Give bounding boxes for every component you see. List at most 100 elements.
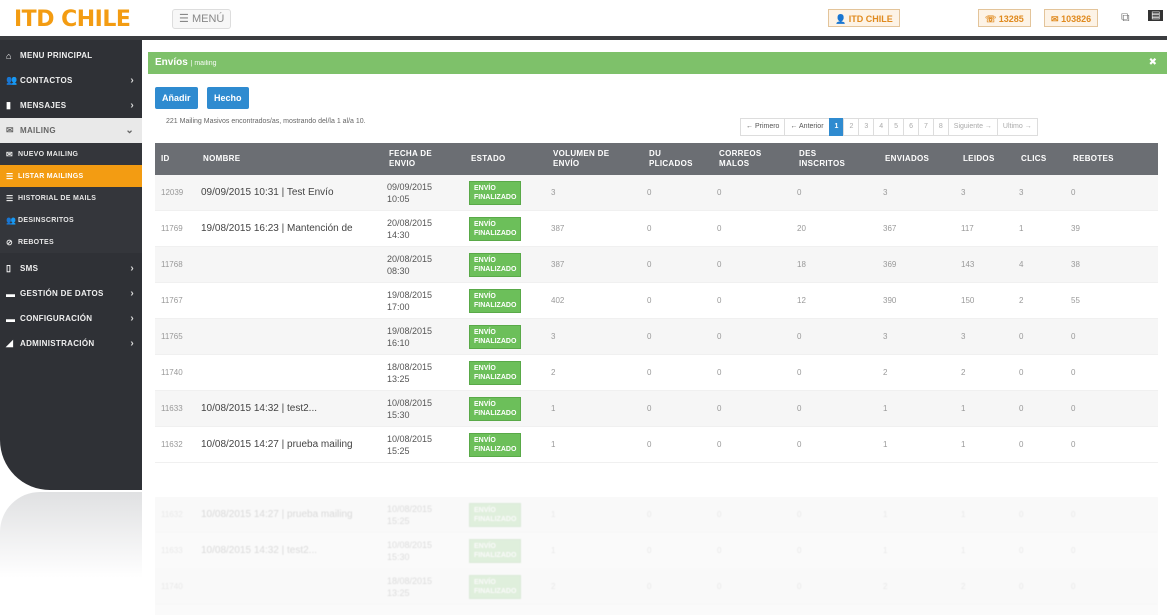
cell-id: 11765 xyxy=(161,332,183,341)
hamburger-icon: ☰ xyxy=(179,13,189,25)
sidebar-subitem-nuevo-mailing[interactable]: ✉ NUEVO MAILING xyxy=(0,143,142,165)
cell-correos-malos: 0 xyxy=(717,260,722,269)
cell-nombre[interactable]: 10/08/2015 14:32 | test2... xyxy=(195,545,381,556)
col-header-clics[interactable]: CLICS xyxy=(1013,143,1065,175)
phone-chip[interactable]: ☏ 13285 xyxy=(978,9,1031,27)
cell-nombre[interactable]: 10/08/2015 14:27 | prueba mailing xyxy=(195,509,381,520)
chevron-right-icon: › xyxy=(130,263,134,274)
sidebar-item-label: CONTACTOS xyxy=(20,76,73,85)
cell-id: 11632 xyxy=(161,510,183,519)
col-header-leidos[interactable]: LEIDOS xyxy=(955,143,1013,175)
table-row[interactable]: 11768 20/08/2015 08:30 ENVÍO FINALIZADO 387 0 0… xyxy=(155,247,1158,283)
pager-page-4[interactable]: 4 xyxy=(873,118,890,136)
pager-page-5[interactable]: 5 xyxy=(888,118,905,136)
cell-duplicados: 0 xyxy=(647,404,652,413)
sidebar-subitem-desinscritos[interactable]: 👥 DESINSCRITOS xyxy=(0,209,142,231)
table-row[interactable]: 11632 10/08/2015 14:27 | prueba mailing 10… xyxy=(155,497,1158,533)
expand-icon[interactable]: ⧉ xyxy=(1121,10,1130,25)
table-row[interactable]: 12039 09/09/2015 10:31 | Test Envío 09/09/… xyxy=(155,175,1158,211)
table-row[interactable]: 11765 19/08/2015 16:10 ENVÍO FINALIZADO 3 0 0 0 3… xyxy=(155,319,1158,355)
window-icon[interactable]: ▤ xyxy=(1148,10,1164,21)
cell-nombre[interactable]: 10/08/2015 14:32 | test2... xyxy=(195,403,381,414)
user-chip[interactable]: 👤 ITD CHILE xyxy=(828,9,900,27)
col-header-desinscritos[interactable]: DES INSCRITOS xyxy=(791,143,877,175)
col-header-duplicados[interactable]: DU PLICADOS xyxy=(641,143,711,175)
pager-prev-button[interactable]: ← Anterior xyxy=(784,118,830,136)
cell-duplicados: 0 xyxy=(647,260,652,269)
home-icon: ⌂ xyxy=(6,50,12,61)
add-button[interactable]: Añadir xyxy=(155,87,198,109)
file-icon: ▮ xyxy=(6,100,12,110)
pager-page-1[interactable]: 1 xyxy=(828,118,845,136)
sidebar-subitem-listar-mailings[interactable]: ☰ LISTAR MAILINGS xyxy=(0,165,142,187)
cell-clics: 2 xyxy=(1019,296,1024,305)
collapse-icon[interactable]: ✖ xyxy=(1149,52,1157,74)
table-row[interactable]: 11767 19/08/2015 17:00 ENVÍO FINALIZADO 402 0 0… xyxy=(155,283,1158,319)
pager-page-6[interactable]: 6 xyxy=(903,118,919,136)
sidebar-subitem-historial-de-mails[interactable]: ☰ HISTORIAL DE MAILS xyxy=(0,187,142,209)
cell-estado: ENVÍO FINALIZADO xyxy=(463,538,545,563)
table-row[interactable]: 11633 10/08/2015 14:32 | test2... 10/08/20… xyxy=(155,533,1158,569)
cell-volumen: 3 xyxy=(551,188,556,197)
cell-nombre[interactable]: 09/09/2015 10:31 | Test Envío xyxy=(195,187,381,198)
pager-last-button[interactable]: Ultimo → xyxy=(996,118,1038,136)
mail-icon: ✉ xyxy=(6,125,14,135)
cell-nombre[interactable]: 19/08/2015 16:23 | Mantención de xyxy=(195,223,381,234)
col-header-volumen[interactable]: VOLUMEN DE ENVÍO xyxy=(545,143,641,175)
pager-next-button[interactable]: Siguiente → xyxy=(947,118,998,136)
cell-rebotes: 0 xyxy=(1071,440,1076,449)
cell-duplicados: 0 xyxy=(647,296,652,305)
sidebar-item-configuracion[interactable]: ▬ CONFIGURACIÓN › xyxy=(0,306,142,331)
sidebar-subitem-label: REBOTES xyxy=(18,238,54,246)
panel-subtitle: | mailing xyxy=(190,60,217,67)
status-badge: ENVÍO FINALIZADO xyxy=(469,396,522,421)
credit-chip[interactable]: ✉ 103826 xyxy=(1044,9,1099,27)
sidebar-item-menu-principal[interactable]: ⌂ MENU PRINCIPAL xyxy=(0,43,142,68)
sidebar-item-sms[interactable]: ▯ SMS › xyxy=(0,256,142,281)
cell-desinscritos: 0 xyxy=(797,368,802,377)
table-row[interactable]: 11632 10/08/2015 14:27 | prueba mailing 10… xyxy=(155,427,1158,463)
pager-page-3[interactable]: 3 xyxy=(858,118,875,136)
list-icon: ☰ xyxy=(6,193,14,203)
table-reflection-body: 11632 10/08/2015 14:27 | prueba mailing 10… xyxy=(155,497,1158,605)
table-row[interactable]: 11769 19/08/2015 16:23 | Mantención de 20/… xyxy=(155,211,1158,247)
sidebar-item-mensajes[interactable]: ▮ MENSAJES › xyxy=(0,93,142,118)
pager-page-2[interactable]: 2 xyxy=(843,118,860,136)
sidebar-item-mailing[interactable]: ✉ MAILING ⌄ xyxy=(0,118,142,143)
sidebar-subitem-rebotes[interactable]: ⊘ REBOTES xyxy=(0,231,142,253)
col-header-fecha[interactable]: FECHA DE ENVIO xyxy=(381,143,463,175)
panel-header: Envíos | mailing ✖ xyxy=(148,52,1167,74)
cell-enviados: 2 xyxy=(883,582,888,591)
col-header-nombre[interactable]: NOMBRE xyxy=(195,143,381,175)
cell-enviados: 1 xyxy=(883,510,888,519)
cell-enviados: 3 xyxy=(883,332,888,341)
pager-page-8[interactable]: 8 xyxy=(932,118,949,136)
table-row[interactable]: 11633 10/08/2015 14:32 | test2... 10/08/20… xyxy=(155,391,1158,427)
table-row[interactable]: 11740 18/08/2015 13:25 ENVÍO FINALIZADO 2 0 0 0 2… xyxy=(155,569,1158,605)
sidebar-item-label: MENU PRINCIPAL xyxy=(20,51,93,60)
col-header-id[interactable]: ID xyxy=(155,143,195,175)
sidebar-item-gestion-de-datos[interactable]: ▬ GESTIÓN DE DATOS › xyxy=(0,281,142,306)
col-header-estado[interactable]: ESTADO xyxy=(463,143,545,175)
brand-logo[interactable]: ITD CHILE xyxy=(14,7,131,32)
status-badge: ENVÍO FINALIZADO xyxy=(469,288,522,313)
cell-volumen: 1 xyxy=(551,510,556,519)
table-row[interactable]: 11740 18/08/2015 13:25 ENVÍO FINALIZADO 2 0 0 0 2… xyxy=(155,355,1158,391)
done-button[interactable]: Hecho xyxy=(207,87,249,109)
pager-page-7[interactable]: 7 xyxy=(917,118,934,136)
pager-first-button[interactable]: ← Primero xyxy=(740,118,786,136)
sidebar-item-administracion[interactable]: ◢ ADMINISTRACIÓN › xyxy=(0,331,142,356)
sidebar-item-contactos[interactable]: 👥 CONTACTOS › xyxy=(0,68,142,93)
col-header-correos-malos[interactable]: CORREOS MALOS xyxy=(711,143,791,175)
cell-leidos: 150 xyxy=(961,296,975,305)
cell-nombre[interactable]: 10/08/2015 14:27 | prueba mailing xyxy=(195,439,381,450)
cell-volumen: 3 xyxy=(551,332,556,341)
col-header-rebotes[interactable]: REBOTES xyxy=(1065,143,1145,175)
cell-correos-malos: 0 xyxy=(717,440,722,449)
menu-toggle-button[interactable]: ☰ MENÚ xyxy=(172,9,232,29)
col-header-enviados[interactable]: ENVIADOS xyxy=(877,143,955,175)
cell-fecha: 09/09/2015 10:05 xyxy=(387,181,433,204)
cell-volumen: 2 xyxy=(551,368,556,377)
cell-estado: ENVÍO FINALIZADO xyxy=(463,288,545,313)
sidebar-subitem-label: NUEVO MAILING xyxy=(18,150,79,158)
